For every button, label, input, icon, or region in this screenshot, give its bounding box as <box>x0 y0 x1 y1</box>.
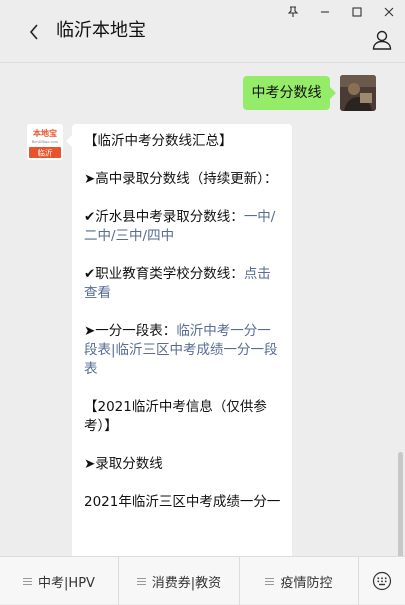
title-bar: 临沂本地宝 <box>0 0 405 62</box>
message-header: 【临沂中考分数线汇总】 <box>84 133 233 149</box>
menu-label-epidemic: 疫情防控 <box>280 575 333 591</box>
bendibao-logo: 本地宝 BenDiBao.com 临沂 <box>27 124 63 160</box>
section-highschool-score: ➤高中录取分数线（持续更新）： <box>84 171 278 187</box>
section-admission-score: ➤录取分数线 <box>84 456 163 472</box>
profile-button[interactable] <box>369 27 395 53</box>
close-icon[interactable] <box>373 0 405 24</box>
chat-area[interactable]: 中考分数线 本地宝 BenDiBao.com 临沂 【临沂中考分数线汇总】 ➤高… <box>0 63 405 556</box>
score-rank-label: ➤一分一段表： <box>84 323 177 339</box>
vocational-score-label: ✔职业教育类学校分数线： <box>84 266 244 282</box>
chevron-left-icon <box>29 24 38 40</box>
bot-message-bubble[interactable]: 【临沂中考分数线汇总】 ➤高中录取分数线（持续更新）： ✔沂水县中考录取分数线：… <box>66 124 292 556</box>
user-message-bubble[interactable]: 中考分数线 <box>243 76 336 110</box>
scrollbar[interactable] <box>398 452 403 556</box>
svg-text:临沂: 临沂 <box>38 148 53 158</box>
menu-label-voucher-teacher: 消费券|教资 <box>151 575 222 591</box>
menu-list-icon <box>265 577 275 585</box>
keyboard-toggle-button[interactable] <box>359 557 405 605</box>
menu-list-icon <box>23 577 33 585</box>
window-controls <box>277 0 405 24</box>
three-district-line: 2021年临沂三区中考成绩一分一 <box>84 494 281 510</box>
menu-epidemic[interactable]: 疫情防控 <box>240 557 359 605</box>
bot-avatar[interactable]: 本地宝 BenDiBao.com 临沂 <box>27 124 63 160</box>
yishui-score-line: ✔沂水县中考录取分数线：一中/二中/三中/四中 <box>84 208 282 246</box>
menu-list-icon <box>136 577 146 585</box>
user-avatar[interactable] <box>340 75 376 111</box>
vocational-score-line: ✔职业教育类学校分数线：点击查看 <box>84 265 282 303</box>
keyboard-icon <box>372 571 392 591</box>
minimize-icon[interactable] <box>309 0 341 24</box>
menu-voucher-teacher[interactable]: 消费券|教资 <box>119 557 240 605</box>
pin-icon[interactable] <box>277 0 309 24</box>
svg-text:本地宝: 本地宝 <box>32 128 57 138</box>
menu-label-exam-hpv: 中考|HPV <box>38 575 95 591</box>
back-button[interactable] <box>22 20 46 44</box>
user-avatar-image <box>340 75 376 111</box>
maximize-icon[interactable] <box>341 0 373 24</box>
person-icon <box>372 30 392 50</box>
svg-text:BenDiBao.com: BenDiBao.com <box>32 140 59 144</box>
score-rank-line: ➤一分一段表：临沂中考一分一段表|临沂三区中考成绩一分一段表 <box>84 322 282 379</box>
chat-title: 临沂本地宝 <box>56 20 146 41</box>
info-header: 【2021临沂中考信息（仅供参考）】 <box>84 399 267 434</box>
bottom-menu: 中考|HPV 消费券|教资 疫情防控 <box>0 556 405 605</box>
yishui-score-label: ✔沂水县中考录取分数线： <box>84 209 244 225</box>
menu-exam-hpv[interactable]: 中考|HPV <box>0 557 119 605</box>
